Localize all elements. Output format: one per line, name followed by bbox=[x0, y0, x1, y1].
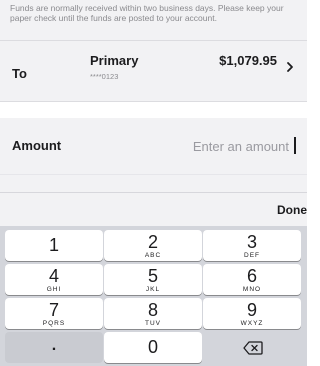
key-decimal-label: . bbox=[51, 337, 57, 354]
amount-label: Amount bbox=[12, 138, 62, 153]
account-balance: $1,079.95 bbox=[219, 53, 277, 68]
key-1[interactable]: 1 bbox=[5, 230, 103, 261]
key-digit: 8 bbox=[147, 300, 158, 320]
key-digit: 2 bbox=[147, 232, 158, 252]
amount-row: Amount bbox=[0, 118, 307, 174]
key-digit: 6 bbox=[246, 266, 257, 286]
to-account-row[interactable]: To Primary ****0123 $1,079.95 bbox=[0, 40, 307, 102]
key-8[interactable]: 8 TUV bbox=[104, 298, 202, 329]
key-digit: 3 bbox=[246, 232, 257, 252]
account-number: ****0123 bbox=[90, 72, 119, 81]
to-label: To bbox=[12, 66, 27, 81]
deposit-notice-text: Funds are normally received within two b… bbox=[10, 3, 284, 23]
account-name: Primary bbox=[90, 53, 139, 68]
key-6[interactable]: 6 MNO bbox=[203, 264, 301, 295]
key-letters: JKL bbox=[145, 286, 161, 293]
key-digit: 4 bbox=[48, 266, 59, 286]
text-cursor bbox=[294, 137, 296, 154]
section-spacer bbox=[0, 102, 307, 118]
section-spacer bbox=[0, 174, 307, 192]
key-letters: MNO bbox=[242, 286, 262, 293]
key-3[interactable]: 3 DEF bbox=[203, 230, 301, 261]
amount-input[interactable] bbox=[127, 133, 297, 159]
key-letters: WXYZ bbox=[240, 320, 264, 327]
key-9[interactable]: 9 WXYZ bbox=[203, 298, 301, 329]
key-digit: 5 bbox=[147, 266, 158, 286]
key-digit: 7 bbox=[48, 300, 59, 320]
key-4[interactable]: 4 GHI bbox=[5, 264, 103, 295]
key-decimal[interactable]: . bbox=[5, 332, 103, 363]
backspace-icon bbox=[243, 341, 263, 355]
done-button[interactable]: Done bbox=[263, 200, 307, 220]
key-letters: GHI bbox=[46, 286, 62, 293]
deposit-notice: Funds are normally received within two b… bbox=[0, 0, 307, 40]
numeric-keypad: 1 2 ABC 3 DEF 4 GHI 5 JKL 6 MNO 7 PQRS 8… bbox=[0, 226, 307, 366]
key-0[interactable]: 0 bbox=[104, 332, 202, 363]
key-2[interactable]: 2 ABC bbox=[104, 230, 202, 261]
key-7[interactable]: 7 PQRS bbox=[5, 298, 103, 329]
key-digit: 9 bbox=[246, 300, 257, 320]
key-letters: DEF bbox=[244, 252, 260, 259]
key-letters: PQRS bbox=[42, 320, 66, 327]
key-letters: TUV bbox=[145, 320, 161, 327]
delete-key[interactable] bbox=[203, 332, 301, 363]
key-digit: 0 bbox=[147, 337, 158, 357]
keyboard-toolbar: Done bbox=[0, 192, 307, 226]
key-digit: 1 bbox=[48, 235, 59, 255]
key-5[interactable]: 5 JKL bbox=[104, 264, 202, 295]
chevron-right-icon[interactable] bbox=[284, 60, 296, 74]
key-letters: ABC bbox=[144, 252, 162, 259]
